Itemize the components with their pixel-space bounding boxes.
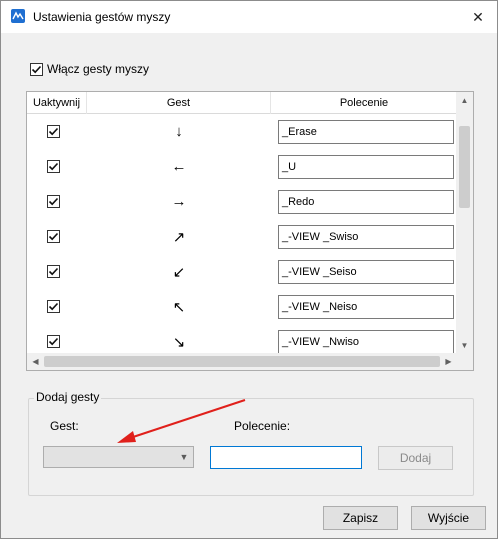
enable-gestures-checkbox[interactable]: [30, 62, 43, 76]
row-command-field[interactable]: _-VIEW _Seiso: [278, 260, 454, 284]
checkmark-icon: [48, 302, 59, 311]
row-active-checkbox[interactable]: [47, 300, 60, 313]
arrow-up-right-icon: ↗: [172, 228, 186, 246]
arrow-down-left-icon: ↙: [172, 263, 186, 281]
arrow-down-icon: ↓: [175, 123, 183, 140]
exit-button[interactable]: Wyjście: [411, 506, 486, 530]
app-icon: [11, 9, 25, 23]
enable-gestures-label: Włącz gesty myszy: [47, 62, 150, 76]
row-command-field[interactable]: _Erase: [278, 120, 454, 144]
checkmark-icon: [48, 127, 59, 136]
vertical-scroll-thumb[interactable]: [459, 126, 470, 208]
table-row: ↖ _-VIEW _Neiso: [27, 289, 457, 324]
close-button[interactable]: ✕: [465, 4, 491, 30]
scroll-up-icon[interactable]: ▲: [456, 92, 473, 109]
column-header-active[interactable]: Uaktywnij: [27, 92, 87, 114]
horizontal-scrollbar[interactable]: ◀ ▶: [27, 353, 457, 370]
arrow-right-icon: →: [171, 193, 187, 210]
scrollbar-corner: [456, 353, 473, 370]
column-header-gesture[interactable]: Gest: [87, 92, 271, 114]
add-button[interactable]: Dodaj: [378, 446, 453, 470]
scroll-left-icon[interactable]: ◀: [27, 353, 44, 370]
gesture-label: Gest:: [50, 419, 79, 433]
scroll-right-icon[interactable]: ▶: [440, 353, 457, 370]
arrow-left-icon: ←: [171, 158, 187, 175]
mouse-gesture-settings-dialog: Ustawienia gestów myszy ✕ Włącz gesty my…: [0, 0, 498, 539]
column-header-command[interactable]: Polecenie: [271, 92, 457, 114]
row-command-field[interactable]: _U: [278, 155, 454, 179]
add-gesture-group-title: Dodaj gesty: [34, 390, 102, 404]
row-active-checkbox[interactable]: [47, 335, 60, 348]
row-active-checkbox[interactable]: [47, 265, 60, 278]
vertical-scrollbar[interactable]: ▲ ▼: [456, 92, 473, 354]
row-active-checkbox[interactable]: [47, 160, 60, 173]
table-row: ↓ _Erase: [27, 114, 457, 149]
row-command-field[interactable]: _-VIEW _Swiso: [278, 225, 454, 249]
table-row: → _Redo: [27, 184, 457, 219]
checkmark-icon: [31, 65, 42, 73]
checkmark-icon: [48, 232, 59, 241]
row-active-checkbox[interactable]: [47, 125, 60, 138]
checkmark-icon: [48, 267, 59, 276]
table-row: ← _U: [27, 149, 457, 184]
row-active-checkbox[interactable]: [47, 195, 60, 208]
horizontal-scroll-thumb[interactable]: [44, 356, 440, 367]
checkmark-icon: [48, 337, 59, 346]
checkmark-icon: [48, 197, 59, 206]
row-command-field[interactable]: _-VIEW _Neiso: [278, 295, 454, 319]
table-row: ↙ _-VIEW _Seiso: [27, 254, 457, 289]
title-bar: Ustawienia gestów myszy ✕: [1, 1, 497, 33]
command-input[interactable]: [210, 446, 362, 469]
table-row: ↗ _-VIEW _Swiso: [27, 219, 457, 254]
gesture-grid: Uaktywnij Gest Polecenie ↓ _Erase ← _U → _Red…: [26, 91, 474, 371]
row-command-field[interactable]: _-VIEW _Nwiso: [278, 330, 454, 354]
window-title: Ustawienia gestów myszy: [33, 10, 171, 24]
row-command-field[interactable]: _Redo: [278, 190, 454, 214]
enable-gestures-row[interactable]: Włącz gesty myszy: [30, 62, 149, 76]
save-button[interactable]: Zapisz: [323, 506, 398, 530]
grid-header: Uaktywnij Gest Polecenie: [27, 92, 457, 114]
row-active-checkbox[interactable]: [47, 230, 60, 243]
chevron-down-icon[interactable]: ▼: [178, 450, 190, 464]
arrow-up-left-icon: ↖: [172, 298, 186, 316]
gesture-combobox[interactable]: ▼: [43, 446, 194, 468]
command-label: Polecenie:: [234, 419, 291, 433]
checkmark-icon: [48, 162, 59, 171]
scroll-down-icon[interactable]: ▼: [456, 337, 473, 354]
